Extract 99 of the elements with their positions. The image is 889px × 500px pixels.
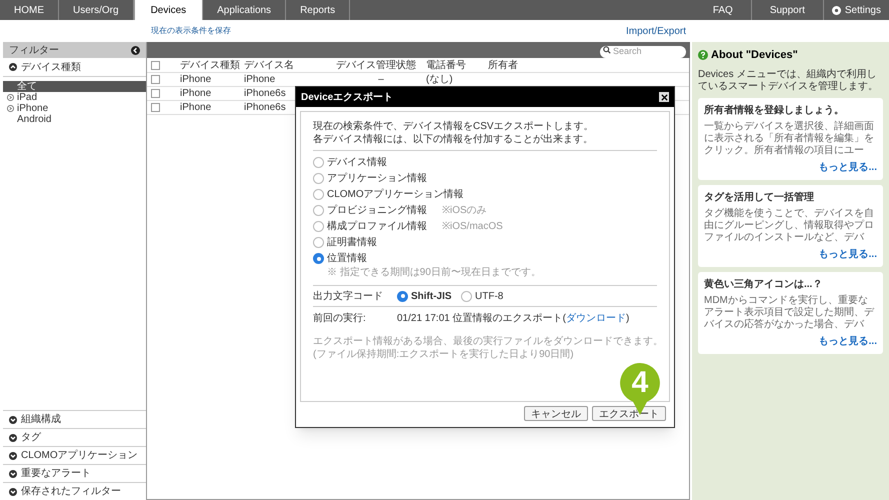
filter-section[interactable]: 組織構成 — [3, 410, 146, 428]
encoding-label: 出力文字コード — [313, 290, 384, 304]
table-cell: iPhone — [180, 74, 212, 85]
nav-tab[interactable]: Devices — [134, 0, 204, 20]
table-cell: iPhone6s — [244, 102, 286, 113]
more-link[interactable]: もっと見る... — [818, 160, 877, 174]
tree-item[interactable]: iPhone — [3, 103, 146, 114]
filter-section[interactable]: タグ — [3, 428, 146, 446]
column-header[interactable]: 所有者 — [488, 60, 518, 70]
radio-button[interactable] — [313, 221, 324, 232]
option-label[interactable]: プロビジョニング情報 — [327, 203, 439, 218]
more-link[interactable]: もっと見る... — [818, 246, 877, 262]
radio-button[interactable] — [313, 205, 324, 216]
close-button[interactable] — [659, 92, 669, 102]
step-number: 4 — [630, 366, 650, 400]
radio-selected[interactable] — [397, 290, 408, 302]
collapse-icon — [9, 63, 17, 71]
cancel-button[interactable]: キャンセル — [524, 406, 588, 421]
help-icon — [698, 50, 708, 60]
option-label[interactable]: 位置情報 — [327, 251, 439, 266]
option-label[interactable]: アプリケーション情報 — [327, 171, 439, 186]
nav-link[interactable]: Support — [752, 0, 824, 20]
select-all-checkbox[interactable] — [151, 60, 160, 70]
table-cell: – — [378, 74, 384, 85]
filter-section[interactable]: CLOMOアプリケーション — [3, 446, 146, 464]
filter-title: フィルター — [9, 44, 59, 58]
close-icon — [660, 94, 668, 100]
radio-button[interactable] — [313, 173, 324, 184]
import-export-link[interactable]: Import/Export — [626, 24, 686, 38]
nav-tab[interactable]: Reports — [286, 0, 350, 20]
tree-item[interactable]: Android — [3, 114, 146, 125]
encoding-option[interactable]: UTF-8 — [475, 288, 504, 304]
expand-icon — [9, 416, 17, 424]
column-header[interactable]: デバイス管理状態 — [336, 60, 416, 70]
tree-label: 全て — [17, 80, 37, 92]
tip-title: 黄色い三角アイコンは...？ — [704, 278, 824, 292]
filter-section[interactable]: 重要なアラート — [3, 464, 146, 482]
help-intro: Devices メニューでは、組織内で利用しているスマートデバイスを管理します。 — [698, 68, 879, 92]
more-link[interactable]: もっと見る... — [818, 334, 877, 348]
column-header[interactable]: デバイス種類 — [180, 60, 240, 70]
option-hint: ※ 指定できる期間は90日前〜現在日までです。 — [326, 266, 542, 280]
radio-button[interactable] — [461, 290, 472, 302]
table-cell: iPhone6s — [244, 88, 286, 99]
download-link[interactable]: ダウンロード — [566, 312, 626, 324]
expand-icon — [9, 470, 17, 478]
option-label[interactable]: CLOMOアプリケーション情報 — [327, 187, 474, 202]
help-title: About "Devices" — [711, 48, 798, 63]
nav-tab[interactable]: HOME — [0, 0, 59, 20]
nav-tab[interactable]: Applications — [203, 0, 286, 20]
settings-button[interactable]: Settings — [824, 0, 889, 20]
table-cell: iPhone — [180, 88, 212, 99]
search-icon — [603, 46, 611, 54]
settings-icon — [832, 6, 841, 14]
last-run-text: 01/21 17:01 位置情報のエクスポート(ダウンロード) — [397, 312, 630, 326]
info-text: エクスポート情報がある場合、最後の実行ファイルをダウンロードできます。 — [313, 335, 657, 348]
radio-button[interactable] — [313, 237, 324, 248]
tip-text: タグ機能を使うことで、デバイスを自由にグルーピングし、情報取得やプロファイルのインストールなど、デバ — [704, 208, 875, 244]
tree-label: Android — [17, 113, 52, 127]
collapse-panel-icon[interactable] — [131, 46, 140, 54]
column-header[interactable]: 電話番号 — [426, 60, 466, 70]
option-note: ※iOSのみ — [442, 204, 487, 218]
last-run-label: 前回の実行: — [313, 312, 367, 326]
expand-icon[interactable] — [7, 105, 14, 112]
dialog-title: Deviceエクスポート — [301, 90, 394, 104]
tree-label: iPad — [17, 91, 38, 104]
row-checkbox[interactable] — [151, 89, 160, 98]
radio-button[interactable] — [313, 189, 324, 200]
expand-icon — [9, 488, 17, 496]
expand-icon[interactable] — [7, 94, 14, 101]
option-note: ※iOS/macOS — [442, 220, 503, 234]
tree-label: iPhone — [17, 102, 48, 114]
expand-icon — [9, 452, 17, 460]
option-label[interactable]: 証明書情報 — [327, 235, 439, 250]
dialog-intro-line: 各デバイス情報には、以下の情報を付加することが出来ます。 — [313, 133, 594, 146]
encoding-option[interactable]: Shift-JIS — [411, 288, 452, 304]
info-text: (ファイル保持期間:エクスポートを実行した日より90日間) — [313, 348, 575, 361]
filter-section[interactable]: 保存されたフィルター — [3, 482, 146, 500]
radio-button[interactable] — [313, 157, 324, 168]
table-cell: (なし) — [426, 74, 453, 85]
tip-title: タグを活用して一括管理 — [704, 190, 815, 204]
row-checkbox[interactable] — [151, 75, 160, 84]
filter-section[interactable]: デバイス種類 — [3, 58, 146, 77]
search-field[interactable]: Search — [600, 46, 686, 58]
radio-selected[interactable] — [313, 253, 324, 264]
row-checkbox[interactable] — [151, 103, 160, 112]
dialog-intro-line: 現在の検索条件で、デバイス情報をCSVエクスポートします。 — [313, 120, 595, 133]
tree-item[interactable]: 全て — [3, 81, 146, 92]
option-label[interactable]: 構成プロファイル情報 — [327, 219, 439, 234]
table-cell: iPhone — [244, 74, 276, 85]
nav-link[interactable]: FAQ — [694, 0, 752, 20]
option-label[interactable]: デバイス情報 — [327, 155, 439, 170]
tree-item[interactable]: iPad — [3, 92, 146, 103]
tip-text: 一覧からデバイスを選択後、詳細画面に表示される「所有者情報を編集」をクリック。所有者情報の項目にユー — [704, 120, 875, 156]
table-cell: iPhone — [180, 102, 212, 113]
tip-title: 所有者情報を登録しましょう。 — [704, 104, 845, 118]
column-header[interactable]: デバイス名 — [244, 60, 294, 70]
save-view-link[interactable]: 現在の表示条件を保存 — [151, 25, 231, 37]
expand-icon — [9, 434, 17, 442]
tip-text: MDMからコマンドを実行し、重要なアラート表示項目で設定した期間、デバイスの応答がなかった場合、デバ — [704, 294, 876, 330]
